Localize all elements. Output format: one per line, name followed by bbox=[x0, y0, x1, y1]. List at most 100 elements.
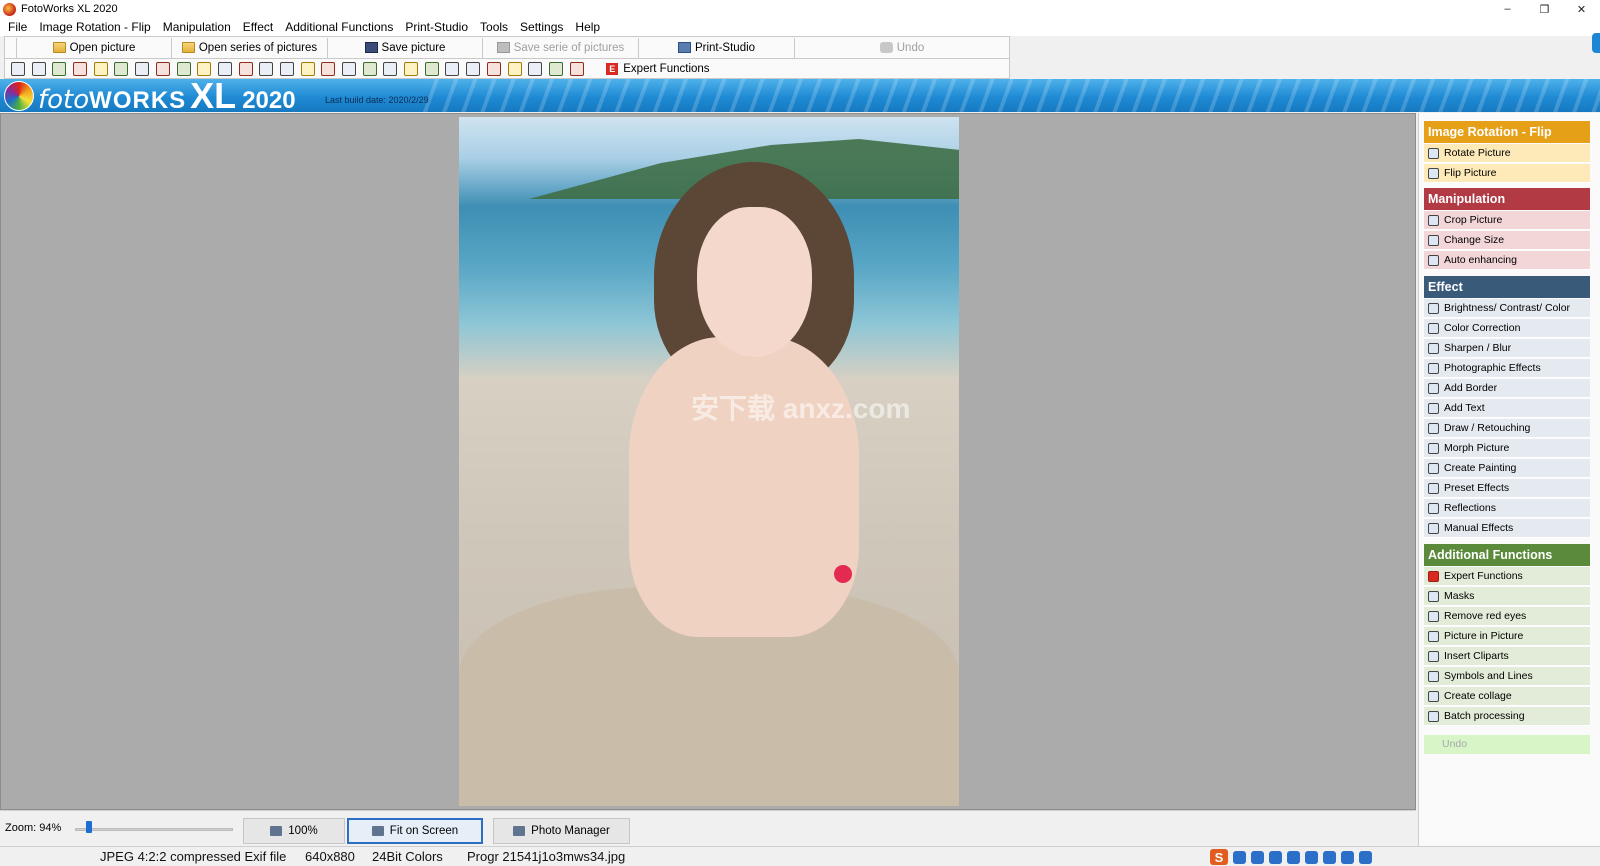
panel-symbols-lines[interactable]: Symbols and Lines bbox=[1424, 667, 1590, 686]
close-button[interactable]: ✕ bbox=[1563, 0, 1600, 18]
panel-photographic-effects[interactable]: Photographic Effects bbox=[1424, 359, 1590, 378]
panel-brightness[interactable]: Brightness/ Contrast/ Color bbox=[1424, 299, 1590, 318]
rotate-left-icon[interactable] bbox=[11, 61, 25, 76]
zoom-slider-thumb[interactable] bbox=[86, 821, 92, 833]
minimize-button[interactable]: – bbox=[1489, 0, 1526, 18]
panel-morph-picture[interactable]: Morph Picture bbox=[1424, 439, 1590, 458]
rotate-right-icon[interactable] bbox=[31, 61, 46, 76]
fit-on-screen-button[interactable]: Fit on Screen bbox=[347, 818, 483, 844]
rotate-ccw-icon[interactable] bbox=[52, 61, 67, 76]
photo-effects-icon[interactable] bbox=[279, 61, 294, 76]
panel-add-border[interactable]: Add Border bbox=[1424, 379, 1590, 398]
open-picture-button[interactable]: Open picture bbox=[17, 37, 172, 58]
image-workspace[interactable]: 安下载 anxz.com bbox=[0, 113, 1416, 810]
save-serie-button[interactable]: Save serie of pictures bbox=[483, 37, 639, 58]
menu-image-rotation[interactable]: Image Rotation - Flip bbox=[33, 18, 156, 36]
redeye-icon[interactable] bbox=[466, 61, 481, 76]
panel-preset-effects[interactable]: Preset Effects bbox=[1424, 479, 1590, 498]
panel-draw-retouching[interactable]: Draw / Retouching bbox=[1424, 419, 1590, 438]
mirror-icon[interactable] bbox=[114, 61, 129, 76]
auto-icon[interactable] bbox=[135, 61, 150, 76]
print-studio-label: Print-Studio bbox=[694, 41, 756, 54]
panel-manual-effects[interactable]: Manual Effects bbox=[1424, 519, 1590, 538]
panel-add-text[interactable]: Add Text bbox=[1424, 399, 1590, 418]
category-additional[interactable]: Additional Functions bbox=[1424, 544, 1590, 566]
batch-icon[interactable] bbox=[569, 61, 584, 76]
expert-functions-button[interactable]: E Expert Functions bbox=[606, 62, 710, 75]
tray-icon[interactable] bbox=[1305, 850, 1318, 864]
panel-rotate-picture[interactable]: Rotate Picture bbox=[1424, 144, 1590, 163]
maximize-button[interactable]: ❐ bbox=[1526, 0, 1563, 18]
menu-print-studio[interactable]: Print-Studio bbox=[399, 18, 474, 36]
border-icon[interactable] bbox=[300, 61, 315, 76]
print-studio-button[interactable]: Print-Studio bbox=[639, 37, 795, 58]
menu-tools[interactable]: Tools bbox=[474, 18, 514, 36]
tray-icon[interactable] bbox=[1359, 850, 1372, 864]
undo-button[interactable]: Undo bbox=[795, 38, 1009, 58]
item-label: Auto enhancing bbox=[1444, 254, 1517, 266]
tray-icon[interactable] bbox=[1323, 850, 1336, 864]
tray-icon[interactable] bbox=[1287, 850, 1300, 864]
open-series-button[interactable]: Open series of pictures bbox=[172, 37, 328, 58]
color-icon[interactable] bbox=[238, 61, 253, 76]
flip-icon bbox=[1428, 167, 1439, 179]
category-rotation[interactable]: Image Rotation - Flip bbox=[1424, 121, 1590, 143]
pip-icon[interactable] bbox=[486, 61, 501, 76]
resize-icon[interactable] bbox=[176, 61, 191, 76]
panel-reflections[interactable]: Reflections bbox=[1424, 499, 1590, 518]
category-manipulation[interactable]: Manipulation bbox=[1424, 188, 1590, 210]
panel-sharpen-blur[interactable]: Sharpen / Blur bbox=[1424, 339, 1590, 358]
panel-crop-picture[interactable]: Crop Picture bbox=[1424, 211, 1590, 230]
zoom-label: Zoom: 94% bbox=[5, 822, 62, 834]
panel-create-collage[interactable]: Create collage bbox=[1424, 687, 1590, 706]
photo-canvas[interactable]: 安下载 anxz.com bbox=[459, 117, 959, 806]
cliparts-icon[interactable] bbox=[507, 61, 522, 76]
panel-color-correction[interactable]: Color Correction bbox=[1424, 319, 1590, 338]
panel-masks[interactable]: Masks bbox=[1424, 587, 1590, 606]
save-picture-button[interactable]: Save picture bbox=[328, 37, 483, 58]
rotate-cw-icon[interactable] bbox=[73, 61, 88, 76]
tray-icon[interactable] bbox=[1269, 850, 1282, 864]
category-effect[interactable]: Effect bbox=[1424, 276, 1590, 298]
draw-icon[interactable] bbox=[342, 61, 356, 76]
manual-icon[interactable] bbox=[445, 61, 460, 76]
panel-auto-enhancing[interactable]: Auto enhancing bbox=[1424, 251, 1590, 270]
tray-icon[interactable] bbox=[1233, 850, 1246, 864]
zoom-100-label: 100% bbox=[288, 825, 318, 837]
sharpen-icon[interactable] bbox=[259, 61, 274, 76]
panel-batch-processing[interactable]: Batch processing bbox=[1424, 707, 1590, 726]
photo-manager-button[interactable]: Photo Manager bbox=[493, 818, 630, 844]
panel-flip-picture[interactable]: Flip Picture bbox=[1424, 164, 1590, 183]
text-icon[interactable] bbox=[321, 61, 336, 76]
painting-icon[interactable] bbox=[383, 61, 398, 76]
ime-icon[interactable]: S bbox=[1210, 849, 1228, 865]
brightness-icon[interactable] bbox=[217, 61, 232, 76]
crop-icon[interactable] bbox=[155, 61, 170, 76]
menu-manipulation[interactable]: Manipulation bbox=[157, 18, 237, 36]
side-tab[interactable] bbox=[1592, 33, 1600, 53]
panel-picture-in-picture[interactable]: Picture in Picture bbox=[1424, 627, 1590, 646]
panel-remove-red-eyes[interactable]: Remove red eyes bbox=[1424, 607, 1590, 626]
tray-icon[interactable] bbox=[1341, 850, 1354, 864]
menu-help[interactable]: Help bbox=[569, 18, 606, 36]
enhance-icon[interactable] bbox=[197, 61, 212, 76]
menu-settings[interactable]: Settings bbox=[514, 18, 569, 36]
text-icon bbox=[1428, 402, 1439, 414]
panel-undo[interactable]: Undo bbox=[1424, 735, 1590, 754]
zoom-100-button[interactable]: 100% bbox=[243, 818, 345, 844]
panel-create-painting[interactable]: Create Painting bbox=[1424, 459, 1590, 478]
panel-expert-functions[interactable]: Expert Functions bbox=[1424, 567, 1590, 586]
symbols-icon[interactable] bbox=[528, 61, 543, 76]
panel-insert-cliparts[interactable]: Insert Cliparts bbox=[1424, 647, 1590, 666]
menu-file[interactable]: File bbox=[2, 18, 33, 36]
panel-change-size[interactable]: Change Size bbox=[1424, 231, 1590, 250]
menu-additional-functions[interactable]: Additional Functions bbox=[279, 18, 399, 36]
collage-icon[interactable] bbox=[548, 61, 563, 76]
preset-icon[interactable] bbox=[404, 61, 419, 76]
morph-icon[interactable] bbox=[362, 61, 377, 76]
zoom-slider-track[interactable] bbox=[75, 828, 233, 831]
menu-effect[interactable]: Effect bbox=[237, 18, 279, 36]
tray-icon[interactable] bbox=[1251, 850, 1264, 864]
reflections-icon[interactable] bbox=[424, 61, 439, 76]
flip-icon[interactable] bbox=[93, 61, 108, 76]
